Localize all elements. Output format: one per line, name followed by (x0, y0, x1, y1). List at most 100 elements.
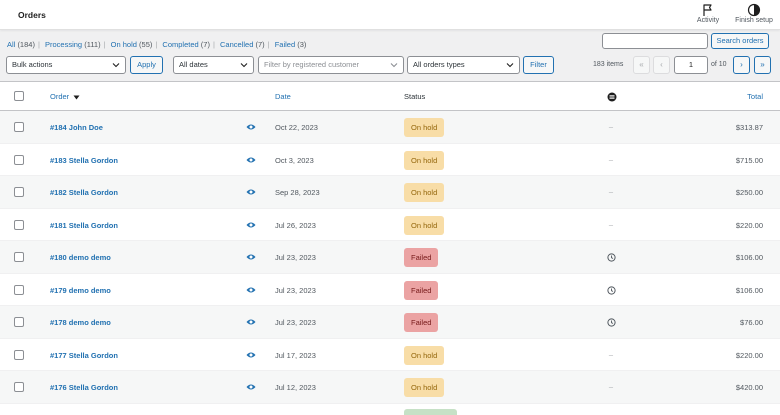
order-link[interactable]: #179 demo demo (50, 286, 111, 295)
status-badge-partial (404, 409, 457, 415)
sort-down-icon (73, 95, 80, 100)
order-total: $220.00 (735, 350, 763, 360)
table-row[interactable]: #182 Stella Gordon Sep 28, 2023 On hold – $2… (0, 176, 780, 209)
status-badge: On hold (404, 378, 445, 397)
eye-icon[interactable] (246, 221, 256, 229)
order-link[interactable]: #183 Stella Gordon (50, 156, 118, 165)
first-page-button[interactable]: « (633, 56, 650, 74)
order-link[interactable]: #181 Stella Gordon (50, 221, 118, 230)
clock-icon (607, 318, 616, 327)
total-column-header[interactable]: Total (747, 92, 763, 101)
chevron-down-icon (506, 63, 514, 68)
order-date: Oct 3, 2023 (275, 155, 314, 165)
view-failed[interactable]: Failed (3) (275, 40, 307, 49)
table-row[interactable]: #184 John Doe Oct 22, 2023 On hold – $313.87 (0, 111, 780, 144)
status-badge: Failed (404, 280, 439, 300)
table-row[interactable]: #183 Stella Gordon Oct 3, 2023 On hold – $71… (0, 144, 780, 176)
row-checkbox[interactable] (14, 154, 24, 165)
row-checkbox[interactable] (14, 284, 24, 295)
current-page-input[interactable]: 1 (674, 56, 708, 74)
table-row[interactable]: #181 Stella Gordon Jul 26, 2023 On hold – $2… (0, 209, 780, 241)
eye-icon[interactable] (246, 253, 256, 261)
page-total: of 10 (711, 61, 727, 68)
activity-button[interactable]: Activity (694, 3, 722, 24)
view-cancelled[interactable]: Cancelled (7) (220, 40, 265, 49)
bulk-actions-select[interactable]: Bulk actions (6, 56, 126, 74)
order-types-select[interactable]: All orders types (407, 56, 520, 74)
row-checkbox[interactable] (14, 317, 24, 327)
filter-button[interactable]: Filter (523, 56, 554, 74)
order-date: Jul 23, 2023 (275, 318, 316, 327)
order-column-header[interactable]: Order (50, 92, 80, 101)
table-row[interactable]: #180 demo demo Jul 23, 2023 Failed $106.00 (0, 241, 780, 274)
view-processing[interactable]: Processing (111) (45, 40, 101, 49)
next-page-button[interactable]: › (733, 56, 750, 74)
order-total: $106.00 (735, 253, 763, 262)
top-bar: Orders Activity Finish setup (0, 0, 780, 30)
clock-icon (607, 285, 616, 295)
table-row[interactable]: #177 Stella Gordon Jul 17, 2023 On hold – $2… (0, 339, 780, 371)
origin-value: – (608, 122, 614, 131)
order-link[interactable]: #184 John Doe (50, 123, 103, 132)
row-checkbox[interactable] (14, 349, 24, 360)
select-all-checkbox[interactable] (14, 91, 24, 101)
eye-icon[interactable] (246, 351, 256, 359)
finish-setup-label: Finish setup (735, 17, 773, 24)
view-completed[interactable]: Completed (7) (162, 40, 210, 49)
order-total: $76.00 (740, 318, 763, 327)
order-date: Jul 12, 2023 (275, 383, 316, 392)
date-column-header[interactable]: Date (275, 92, 291, 101)
search-orders-button[interactable]: Search orders (711, 33, 769, 49)
status-column-header: Status (404, 92, 426, 101)
search-input[interactable] (602, 33, 708, 49)
eye-icon[interactable] (246, 383, 256, 391)
activity-label: Activity (696, 17, 720, 24)
order-link[interactable]: #177 Stella Gordon (50, 351, 118, 360)
order-date: Oct 22, 2023 (275, 123, 318, 132)
order-total: $220.00 (735, 220, 763, 230)
status-badge: Failed (404, 248, 439, 267)
row-checkbox[interactable] (14, 252, 24, 262)
apply-button[interactable]: Apply (130, 56, 163, 74)
order-date: Jul 23, 2023 (275, 285, 316, 295)
finish-setup-button[interactable]: Finish setup (731, 3, 777, 24)
status-badge: On hold (404, 118, 445, 137)
customer-filter-select[interactable]: Filter by registered customer (258, 56, 404, 74)
chevron-down-icon (112, 63, 120, 68)
status-filter-links: All (184) | Processing (111) | On hold (55… (7, 40, 307, 49)
prev-page-button[interactable]: ‹ (653, 56, 670, 74)
chevron-down-icon (240, 63, 248, 68)
origin-value: – (608, 154, 614, 164)
last-page-button[interactable]: » (754, 56, 771, 74)
view-on-hold[interactable]: On hold (55) (111, 40, 153, 49)
eye-icon[interactable] (246, 123, 256, 131)
order-date: Jul 23, 2023 (275, 253, 316, 262)
dates-select[interactable]: All dates (173, 56, 254, 74)
view-all[interactable]: All (184) (7, 40, 35, 49)
eye-icon[interactable] (246, 286, 256, 294)
status-badge: On hold (404, 183, 445, 202)
row-checkbox[interactable] (14, 382, 24, 392)
chevron-down-icon (390, 63, 398, 68)
eye-icon[interactable] (246, 318, 256, 326)
row-checkbox[interactable] (14, 187, 24, 197)
order-total: $715.00 (735, 155, 763, 165)
order-total: $420.00 (735, 383, 763, 392)
eye-icon[interactable] (246, 156, 256, 164)
order-link[interactable]: #178 demo demo (50, 318, 111, 327)
order-total: $106.00 (735, 285, 763, 295)
order-date: Jul 26, 2023 (275, 220, 316, 230)
origin-value: – (608, 382, 614, 391)
table-row[interactable]: #178 demo demo Jul 23, 2023 Failed $76.00 (0, 306, 780, 339)
row-checkbox[interactable] (14, 219, 24, 230)
eye-icon[interactable] (246, 188, 256, 196)
order-link[interactable]: #180 demo demo (50, 253, 111, 262)
table-row[interactable]: #176 Stella Gordon Jul 12, 2023 On hold – $4… (0, 371, 780, 404)
order-link[interactable]: #182 Stella Gordon (50, 188, 118, 197)
flag-icon (703, 4, 712, 16)
order-link[interactable]: #176 Stella Gordon (50, 383, 118, 392)
row-checkbox[interactable] (14, 122, 24, 132)
page-title: Orders (18, 10, 46, 20)
table-row[interactable]: #179 demo demo Jul 23, 2023 Failed $106.00 (0, 274, 780, 306)
items-count: 183 items (593, 61, 624, 68)
